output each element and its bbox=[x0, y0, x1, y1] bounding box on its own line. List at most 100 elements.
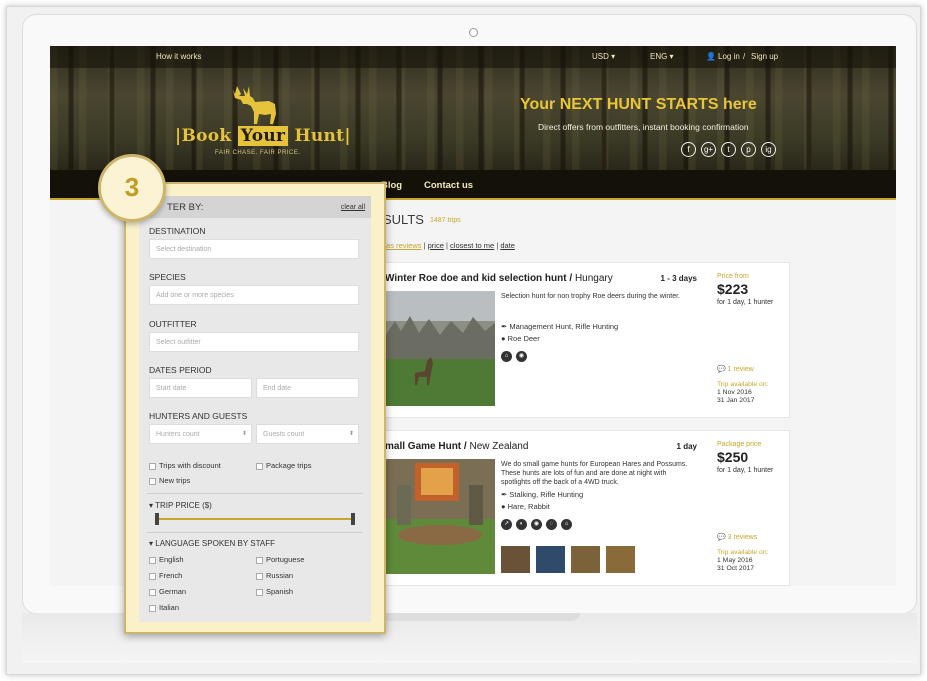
sort-separator: | bbox=[496, 241, 499, 250]
listing-species: ● Roe Deer bbox=[501, 334, 540, 343]
checkbox-box[interactable] bbox=[256, 462, 263, 470]
twitter-icon[interactable]: t bbox=[721, 142, 736, 157]
pinterest-icon[interactable]: p bbox=[741, 142, 756, 157]
currency-select[interactable]: USD ▾ bbox=[592, 52, 615, 61]
sort-separator: | bbox=[423, 241, 426, 250]
brand-word-your: Your bbox=[237, 126, 289, 146]
results-count: 1487 trips bbox=[430, 217, 461, 224]
checkbox-box[interactable] bbox=[256, 572, 263, 580]
trip-price-toggle[interactable]: ▾ TRIP PRICE ($) bbox=[149, 501, 212, 510]
guests-count-input[interactable]: Guests count ⬍ bbox=[256, 424, 359, 444]
language-checkbox[interactable]: Portuguese bbox=[256, 555, 304, 564]
lodging-icon: ⌂ bbox=[501, 351, 512, 362]
price-label: Package price bbox=[717, 441, 762, 448]
new-trips-checkbox[interactable]: New trips bbox=[149, 476, 190, 485]
checkbox-box[interactable] bbox=[149, 604, 156, 612]
google-plus-icon[interactable]: g+ bbox=[701, 142, 716, 157]
facebook-icon[interactable]: f bbox=[681, 142, 696, 157]
sort-price[interactable]: price bbox=[428, 241, 444, 250]
stag-icon bbox=[233, 86, 276, 124]
filter-title: TER BY: bbox=[167, 202, 204, 213]
price-label: Price from bbox=[717, 273, 749, 280]
how-it-works-link[interactable]: How it works bbox=[156, 52, 201, 61]
destination-input[interactable]: Select destination bbox=[149, 239, 359, 259]
price-slider-max-handle[interactable] bbox=[351, 513, 355, 525]
trips-discount-checkbox[interactable]: Trips with discount bbox=[149, 461, 221, 470]
listing-title[interactable]: mall Game Hunt / New Zealand bbox=[385, 441, 528, 452]
price-slider-track[interactable] bbox=[157, 518, 353, 520]
listing-hunt-type-text: Management Hunt, Rifle Hunting bbox=[509, 322, 619, 331]
checkbox-box[interactable] bbox=[149, 572, 156, 580]
listing-availability: Trip available on: 1 May 2016 31 Oct 201… bbox=[717, 549, 769, 573]
checkbox-box[interactable] bbox=[149, 588, 156, 596]
outfitter-input[interactable]: Select outfitter bbox=[149, 332, 359, 352]
filter-header: TER BY: clear all bbox=[139, 196, 371, 218]
hero-headline: Your NEXT HUNT STARTS here bbox=[520, 96, 757, 113]
checkbox-box[interactable] bbox=[149, 462, 156, 470]
gallery-thumbnail[interactable] bbox=[501, 546, 530, 573]
avail-from: 1 Nov 2016 bbox=[717, 389, 752, 396]
stepper-icon[interactable]: ⬍ bbox=[242, 430, 247, 437]
species-input[interactable]: Add one or more species bbox=[149, 285, 359, 305]
species-label: SPECIES bbox=[149, 272, 186, 282]
language-checkbox[interactable]: Spanish bbox=[256, 587, 293, 596]
comment-icon: 💬 bbox=[717, 534, 726, 541]
sort-closest[interactable]: closest to me bbox=[450, 241, 494, 250]
comment-icon: 💬 bbox=[717, 366, 726, 373]
signup-link[interactable]: Sign up bbox=[751, 52, 778, 61]
sort-has-reviews[interactable]: has reviews bbox=[382, 241, 422, 250]
package-trips-checkbox[interactable]: Package trips bbox=[256, 461, 311, 470]
language-checkbox[interactable]: German bbox=[149, 587, 186, 596]
clear-all-link[interactable]: clear all bbox=[341, 204, 365, 211]
listing-species: ● Hare, Rabbit bbox=[501, 502, 550, 511]
listing-country: New Zealand bbox=[469, 441, 529, 452]
avail-label: Trip available on: bbox=[717, 549, 769, 556]
language-checkbox[interactable]: English bbox=[149, 555, 184, 564]
brand-wordmark: |Book Your Hunt| bbox=[175, 126, 351, 146]
food-icon: ◉ bbox=[531, 519, 542, 530]
social-links: f g+ t p ig bbox=[681, 142, 776, 157]
stepper-icon[interactable]: ⬍ bbox=[349, 430, 354, 437]
hunters-guests-label: HUNTERS AND GUESTS bbox=[149, 411, 248, 421]
filter-body: TER BY: clear all DESTINATION Select des… bbox=[139, 196, 371, 622]
language-checkbox[interactable]: French bbox=[149, 571, 182, 580]
listing-photo[interactable] bbox=[385, 291, 495, 406]
price-slider-min-handle[interactable] bbox=[155, 513, 159, 525]
nav-contact-us[interactable]: Contact us bbox=[424, 180, 473, 191]
instagram-icon[interactable]: ig bbox=[761, 142, 776, 157]
avail-to: 31 Jan 2017 bbox=[717, 397, 755, 404]
gallery-thumbnail[interactable] bbox=[571, 546, 600, 573]
hero-subline: Direct offers from outfitters, instant b… bbox=[538, 122, 749, 132]
language-checkbox[interactable]: Italian bbox=[149, 603, 179, 612]
listing-price-block: Package price $250 for 1 day, 1 hunter bbox=[717, 441, 787, 475]
language-toggle[interactable]: ▾ LANGUAGE SPOKEN BY STAFF bbox=[149, 539, 275, 548]
listing-title[interactable]: Winter Roe doe and kid selection hunt / … bbox=[385, 273, 613, 284]
sort-separator: | bbox=[446, 241, 448, 250]
listing-card[interactable]: mall Game Hunt / New Zealand 1 day We do… bbox=[380, 430, 790, 586]
hunters-count-input[interactable]: Hunters count ⬍ bbox=[149, 424, 252, 444]
start-date-input[interactable]: Start date bbox=[149, 378, 252, 398]
laptop-notch bbox=[360, 613, 580, 621]
listing-photo[interactable] bbox=[385, 459, 495, 574]
brand-logo[interactable]: |Book Your Hunt| FAIR CHASE. FAIR PRICE. bbox=[175, 84, 350, 162]
login-separator: / bbox=[743, 52, 746, 61]
listing-card[interactable]: Winter Roe doe and kid selection hunt / … bbox=[380, 262, 790, 418]
listing-reviews[interactable]: 💬 1 review bbox=[717, 365, 754, 373]
new-trips-label: New trips bbox=[159, 476, 191, 485]
language-select[interactable]: ENG ▾ bbox=[650, 52, 674, 61]
login-link[interactable]: Log in bbox=[718, 52, 740, 61]
checkbox-box[interactable] bbox=[256, 588, 263, 596]
gallery-thumbnail[interactable] bbox=[606, 546, 635, 573]
checkbox-box[interactable] bbox=[149, 556, 156, 564]
language-checkbox[interactable]: Russian bbox=[256, 571, 293, 580]
checkbox-box[interactable] bbox=[256, 556, 263, 564]
language-label: Portuguese bbox=[266, 555, 305, 564]
end-date-input[interactable]: End date bbox=[256, 378, 359, 398]
sort-date[interactable]: date bbox=[500, 241, 515, 250]
listing-reviews[interactable]: 💬 3 reviews bbox=[717, 533, 757, 541]
checkbox-box[interactable] bbox=[149, 477, 156, 485]
gallery-thumbnail[interactable] bbox=[536, 546, 565, 573]
hero-banner: How it works USD ▾ ENG ▾ 👤 Log in / Sign… bbox=[50, 46, 896, 170]
listing-hunt-type-text: Stalking, Rifle Hunting bbox=[509, 490, 584, 499]
listing-amenities: ⌂ ◉ bbox=[501, 351, 527, 362]
